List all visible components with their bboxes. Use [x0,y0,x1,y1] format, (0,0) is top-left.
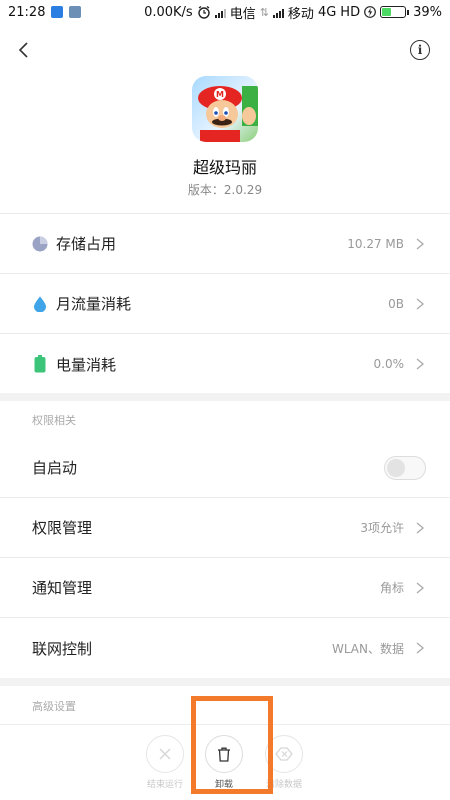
app-header: M 超级玛丽 版本：2.0.29 [0,76,450,198]
back-button[interactable] [10,36,38,64]
section-label-advanced: 高级设置 [32,700,76,713]
notification-app-icon [51,6,64,18]
info-button[interactable]: i [410,40,430,60]
chevron-right-icon [414,238,426,250]
section-divider [0,678,450,686]
notification-app-icon [69,6,82,18]
network-type: 4G [317,4,337,20]
net-speed: 0.00K/s [144,4,193,20]
svg-text:M: M [216,90,224,99]
chevron-right-icon [414,298,426,310]
action-label: 结束运行 [146,780,183,790]
carrier-label: 移动 [287,6,314,22]
row-value: 10.27 MB [347,236,404,251]
row-label: 月流量消耗 [56,295,132,313]
status-bar: 21:28 0.00K/s 电信 ⇅ 移动 4G HD 39% [0,0,450,24]
storage-row[interactable]: 存储占用 10.27 MB [0,214,450,274]
section-label-permissions: 权限相关 [32,414,76,427]
row-label: 权限管理 [32,519,93,537]
data-arrows-icon: ⇅ [259,5,269,19]
data-usage-row[interactable]: 月流量消耗 0B [0,274,450,334]
row-value: 0.0% [373,357,405,371]
signal-icon [272,7,284,18]
pie-chart-icon [32,236,48,252]
highlight-box [191,696,273,794]
status-time: 21:28 [8,4,46,20]
notification-manage-row[interactable]: 通知管理 角标 [0,558,450,618]
eraser-icon [275,747,293,761]
chevron-right-icon [414,358,426,370]
row-label: 自启动 [32,459,78,477]
row-value: 角标 [379,581,404,595]
hd-label: HD [340,4,361,20]
autostart-row: 自启动 [0,438,450,498]
row-label: 电量消耗 [56,355,117,374]
charging-icon [364,6,376,18]
chevron-right-icon [414,582,426,594]
alarm-icon [197,5,210,19]
row-label: 存储占用 [56,235,117,253]
row-label: 通知管理 [32,579,93,597]
usage-list: 存储占用 10.27 MB 月流量消耗 0B 电量消耗 0.0% [0,213,450,394]
signal-icon [214,7,226,18]
info-icon: i [417,43,423,57]
close-icon [159,748,171,760]
row-label: 联网控制 [32,639,93,658]
row-value: 3项允许 [360,521,404,535]
network-control-row[interactable]: 联网控制 WLAN、数据 [0,618,450,678]
app-version: 版本：2.0.29 [187,183,263,197]
section-divider [0,393,450,401]
battery-percent: 39% [413,4,442,20]
row-value: WLAN、数据 [331,641,404,656]
chevron-right-icon [414,642,426,654]
autostart-toggle[interactable] [384,455,426,480]
battery-usage-row[interactable]: 电量消耗 0.0% [0,334,450,394]
app-icon: M [192,76,258,142]
row-value: 0B [388,296,404,311]
chevron-left-icon [18,42,28,58]
app-name: 超级玛丽 [192,158,257,177]
top-bar: i [0,30,450,70]
battery-icon [32,355,48,373]
chevron-right-icon [414,522,426,534]
water-drop-icon [32,296,48,312]
permissions-list: 自启动 权限管理 3项允许 通知管理 角标 联网控制 WLAN、数据 [0,438,450,678]
carrier-label: 电信 [229,6,256,22]
permission-manage-row[interactable]: 权限管理 3项允许 [0,498,450,558]
battery-indicator [380,6,410,18]
force-stop-button[interactable]: 结束运行 [135,735,195,790]
mario-artwork: M [198,86,258,142]
